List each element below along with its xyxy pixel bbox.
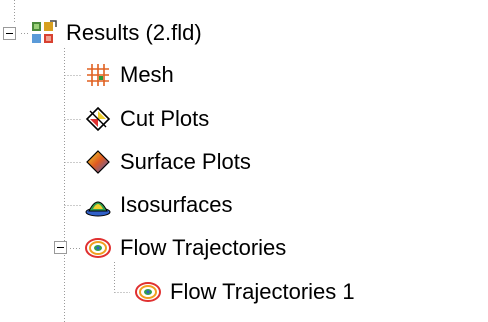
tree-node-label: Cut Plots [120,106,210,131]
isosurfaces-icon [84,191,112,219]
results-tree: Results (2.fld) Mesh Cut Plots Surface P… [0,0,488,322]
tree-node-flow-trajectories-1[interactable]: Flow Trajectories 1 [134,275,355,309]
tree-node-isosurfaces[interactable]: Isosurfaces [84,188,233,222]
tree-node-results[interactable]: Results (2.fld) [30,16,202,50]
tree-node-label: Flow Trajectories 1 [170,279,355,304]
tree-node-mesh[interactable]: Mesh [84,58,174,92]
cut-plots-icon [84,105,112,133]
surface-plots-icon [84,148,112,176]
tree-node-label: Mesh [120,62,174,87]
tree-node-label: Isosurfaces [120,192,233,217]
tree-node-flow-trajectories[interactable]: Flow Trajectories [84,231,286,265]
root-collapse-toggle[interactable] [3,27,16,40]
tree-node-label: Results (2.fld) [66,20,202,45]
flow-trajectories-collapse-toggle[interactable] [54,241,67,254]
flow-trajectories-icon [84,234,112,262]
tree-node-cut-plots[interactable]: Cut Plots [84,102,209,136]
flow-trajectories-icon [134,278,162,306]
tree-node-label: Flow Trajectories [120,235,287,260]
tree-node-surface-plots[interactable]: Surface Plots [84,145,251,179]
results-icon [30,19,58,47]
mesh-icon [84,61,112,89]
tree-node-label: Surface Plots [120,149,251,174]
